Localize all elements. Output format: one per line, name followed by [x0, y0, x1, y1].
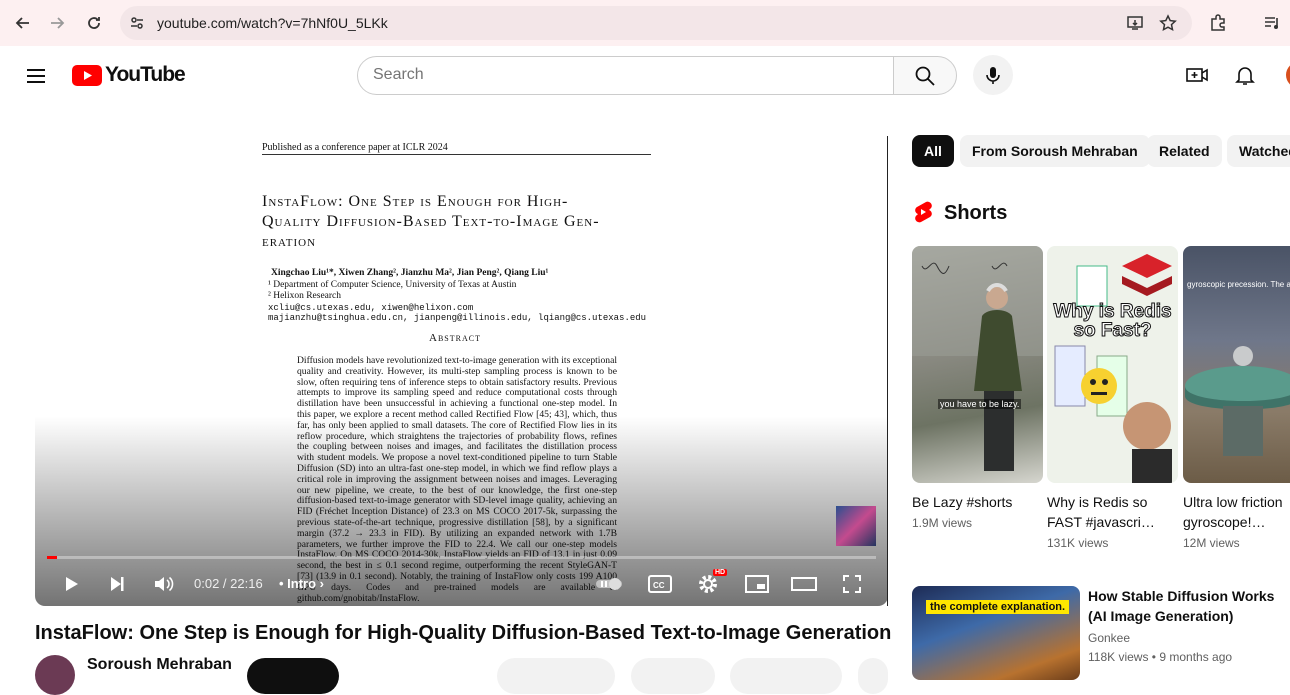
paper-emails: majianzhu@tsinghua.edu.cn, jianpeng@illi… — [268, 313, 647, 323]
short-title[interactable]: Ultra low friction gyroscope!… — [1183, 492, 1290, 532]
url-text[interactable]: youtube.com/watch?v=7hNf0U_5LKk — [157, 15, 388, 31]
chip-watched[interactable]: Watched — [1227, 135, 1290, 167]
short-caption: gyroscopic precession. The angular — [1187, 280, 1290, 289]
short-thumbnail[interactable]: you have to be lazy. — [912, 246, 1043, 483]
mute-button[interactable] — [150, 570, 178, 598]
shorts-heading: Shorts — [944, 202, 1008, 224]
progress-played — [47, 556, 57, 559]
reading-list-icon[interactable] — [1260, 11, 1284, 35]
address-bar[interactable]: youtube.com/watch?v=7hNf0U_5LKk — [120, 6, 1192, 40]
paper-emails: xcliu@cs.utexas.edu, xiwen@helixon.com — [268, 303, 474, 313]
search-icon — [915, 66, 935, 86]
progress-bar[interactable] — [47, 556, 876, 559]
download-button[interactable] — [730, 658, 842, 694]
paper-conference-header: Published as a conference paper at ICLR … — [262, 142, 448, 153]
paper-title-line: Quality Diffusion-Based Text-to-Image Ge… — [262, 213, 600, 230]
theater-mode-button[interactable] — [789, 570, 819, 598]
extensions-puzzle-icon[interactable] — [1206, 11, 1230, 35]
paper-affiliation: ² Helixon Research — [268, 291, 342, 301]
reload-icon[interactable] — [82, 11, 106, 35]
autoplay-toggle-icon — [596, 578, 622, 590]
short-title[interactable]: Why is Redis so FAST #javascri… — [1047, 492, 1178, 532]
time-display: 0:02 / 22:16 — [194, 576, 263, 591]
channel-watermark[interactable] — [836, 506, 876, 546]
related-video-channel[interactable]: Gonkee — [1088, 631, 1130, 645]
create-video-icon[interactable] — [1185, 63, 1209, 87]
site-settings-icon[interactable] — [128, 14, 146, 32]
miniplayer-icon — [745, 575, 769, 593]
voice-search-button[interactable] — [973, 55, 1013, 95]
paper-header-rule — [262, 154, 651, 155]
lecturer-figure — [912, 246, 1043, 471]
player-edge — [887, 136, 888, 606]
account-avatar[interactable] — [1286, 62, 1290, 88]
more-actions-button[interactable] — [858, 658, 888, 694]
search-input[interactable] — [373, 66, 873, 84]
paper-title: InstaFlow: One Step is Enough for High- … — [262, 192, 662, 252]
paper-affiliation: ¹ Department of Computer Science, Univer… — [268, 280, 517, 290]
hamburger-menu-icon[interactable] — [24, 64, 48, 88]
shorts-logo-icon — [914, 201, 932, 223]
install-app-icon[interactable] — [1126, 14, 1144, 32]
short-overlay-title: Why is Redis so Fast? — [1053, 301, 1172, 341]
video-player[interactable]: Published as a conference paper at ICLR … — [35, 136, 888, 606]
related-video-thumbnail[interactable]: the complete explanation. — [912, 586, 1080, 680]
settings-button[interactable]: HD — [693, 569, 728, 598]
next-button[interactable] — [103, 570, 131, 598]
forward-arrow-icon[interactable] — [46, 11, 70, 35]
thumbnail-banner: the complete explanation. — [926, 600, 1070, 614]
related-video-meta: 118K views • 9 months ago — [1088, 650, 1233, 664]
svg-text:CC: CC — [653, 581, 665, 590]
youtube-header: YouTube — [0, 46, 1290, 104]
chip-all[interactable]: All — [912, 135, 954, 167]
redis-diagram-thumb — [1054, 254, 1172, 483]
skip-next-icon — [111, 577, 124, 591]
subtitles-button[interactable]: CC — [645, 570, 675, 598]
short-thumbnail[interactable]: Why is Redis so Fast? — [1047, 246, 1178, 483]
volume-icon — [155, 576, 174, 592]
notifications-bell-icon[interactable] — [1233, 63, 1257, 87]
fullscreen-button[interactable] — [837, 570, 867, 598]
microphone-icon — [986, 67, 1000, 84]
theater-mode-icon — [791, 577, 817, 591]
browser-toolbar: youtube.com/watch?v=7hNf0U_5LKk — [0, 0, 1290, 46]
logo-text: YouTube — [105, 63, 186, 86]
chapter-button[interactable]: • Intro › — [279, 576, 324, 591]
autoplay-toggle[interactable] — [594, 570, 624, 598]
subscribe-button[interactable] — [247, 658, 339, 694]
youtube-play-logo-icon — [72, 64, 102, 86]
search-button[interactable] — [893, 56, 957, 95]
miniplayer-button[interactable] — [742, 570, 772, 598]
short-caption: you have to be lazy. — [938, 399, 1022, 409]
related-video-title[interactable]: How Stable Diffusion Works (AI Image Gen… — [1088, 586, 1288, 626]
short-views: 12M views — [1183, 536, 1240, 550]
channel-avatar[interactable] — [35, 655, 75, 695]
closed-captions-icon: CC — [648, 575, 672, 593]
chip-related[interactable]: Related — [1147, 135, 1222, 167]
youtube-logo[interactable]: YouTube — [72, 62, 186, 88]
short-views: 1.9M views — [912, 516, 973, 530]
paper-title-line: eration — [262, 233, 317, 250]
paper-authors: Xingchao Liu¹*, Xiwen Zhang², Jianzhu Ma… — [271, 268, 549, 278]
short-views: 131K views — [1047, 536, 1109, 550]
hd-badge: HD — [713, 569, 728, 576]
channel-name[interactable]: Soroush Mehraban — [87, 656, 232, 674]
play-icon — [66, 577, 78, 591]
like-dislike-button[interactable] — [497, 658, 615, 694]
video-title: InstaFlow: One Step is Enough for High-Q… — [35, 622, 892, 644]
chip-from-channel[interactable]: From Soroush Mehraban — [960, 135, 1150, 167]
paper-abstract-heading: Abstract — [429, 332, 481, 344]
share-button[interactable] — [631, 658, 715, 694]
bookmark-star-icon[interactable] — [1159, 14, 1177, 32]
short-title[interactable]: Be Lazy #shorts — [912, 492, 1043, 512]
back-arrow-icon[interactable] — [10, 11, 34, 35]
paper-title-line: InstaFlow: One Step is Enough for High- — [262, 193, 569, 210]
fullscreen-icon — [843, 575, 861, 593]
search-box[interactable] — [357, 56, 894, 95]
short-thumbnail[interactable]: gyroscopic precession. The angular — [1183, 246, 1290, 483]
play-button[interactable] — [57, 570, 85, 598]
